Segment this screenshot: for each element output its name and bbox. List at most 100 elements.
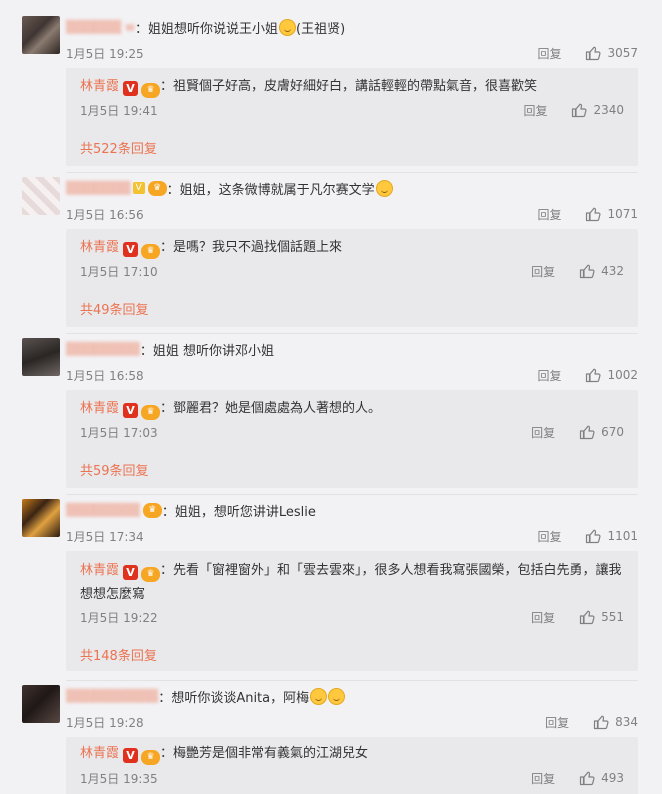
colon: ：	[160, 240, 174, 255]
thumbs-up-icon	[579, 425, 595, 440]
thumbs-up-icon	[579, 771, 595, 786]
comment-text: 姐姐 想听你讲邓小姐	[152, 343, 274, 359]
more-replies-link[interactable]: 共59条回复	[80, 460, 149, 479]
author-reply: 林青霞 V ♛ ：鄧麗君？她是個處處為人著想的人。 1月5日 17:03 回复 670…	[66, 390, 638, 488]
reply-button[interactable]: 回复	[531, 609, 555, 626]
grin-emoji-icon	[328, 687, 346, 705]
reply-author[interactable]: 林青霞	[80, 563, 119, 578]
divider	[66, 333, 638, 334]
comment-meta: 1月5日 19:28 回复 834	[66, 713, 638, 731]
user-name[interactable]: ▒▒▒▒▒▒ w	[66, 20, 135, 34]
colon: ：	[160, 746, 174, 761]
reply-button[interactable]: 回复	[523, 102, 547, 119]
comment-header: ▒▒▒▒▒▒▒▒ ♛ ： 姐姐，想听您讲讲Leslie	[66, 499, 316, 521]
like-count: 1071	[607, 207, 638, 221]
reply-author[interactable]: 林青霞	[80, 401, 119, 416]
comment-text: 姐姐想听你说说王小姐	[148, 21, 279, 37]
thumbs-up-icon	[572, 103, 587, 118]
user-name[interactable]: ▒▒▒▒▒▒▒▒	[66, 342, 140, 356]
reply-timestamp: 1月5日 17:10	[80, 264, 158, 279]
reply-text: 梅艷芳是個非常有義氣的江湖兒女	[173, 746, 369, 761]
like-button[interactable]: 1071	[585, 206, 638, 222]
laugh-emoji-icon	[375, 179, 393, 197]
avatar[interactable]	[22, 338, 60, 376]
reply-button[interactable]: 回复	[537, 528, 561, 545]
user-name[interactable]: ▒▒▒▒▒▒▒	[66, 181, 131, 195]
reply-button[interactable]: 回复	[537, 45, 561, 62]
verified-v-icon: V	[123, 565, 139, 580]
author-reply: 林青霞 V ♛ ：先看「窗裡窗外」和「雲去雲來」，很多人想看我寫張國榮，包括白先勇，讓…	[66, 551, 638, 671]
colon: ：	[135, 21, 149, 37]
reply-button[interactable]: 回复	[537, 367, 561, 384]
avatar[interactable]	[22, 499, 60, 537]
comment-header: ▒▒▒▒▒▒▒▒▒▒ ： 想听你谈谈Anita，阿梅	[66, 685, 346, 707]
colon: ：	[139, 343, 153, 359]
like-button[interactable]: 1002	[585, 367, 638, 383]
fan-badge-icon: ♛	[141, 567, 161, 582]
like-count: 551	[601, 610, 624, 624]
divider	[66, 172, 638, 173]
comment-feed: ▒▒▒▒▒▒ w ： 姐姐想听你说说王小姐 (王祖贤) 1月5日 19:25 回…	[0, 0, 662, 794]
verified-v-icon: V	[123, 81, 139, 96]
divider	[66, 680, 638, 681]
colon: ：	[160, 401, 174, 416]
reply-button[interactable]: 回复	[531, 263, 555, 280]
reply-button[interactable]: 回复	[531, 424, 555, 441]
like-button[interactable]: 432	[579, 263, 624, 279]
reply-text: 是嗎？我只不過找個話題上來	[173, 240, 343, 255]
like-button[interactable]: 670	[579, 424, 624, 440]
timestamp: 1月5日 16:56	[66, 207, 144, 222]
like-button[interactable]: 551	[579, 609, 624, 625]
reply-author[interactable]: 林青霞	[80, 746, 119, 761]
user-name[interactable]: ▒▒▒▒▒▒▒▒▒▒	[66, 689, 158, 703]
like-button[interactable]: 2340	[571, 102, 624, 118]
more-replies-link[interactable]: 共522条回复	[80, 138, 157, 157]
fan-badge-icon: ♛	[147, 180, 167, 196]
like-button[interactable]: 834	[593, 714, 638, 730]
divider	[66, 494, 638, 495]
like-button[interactable]: 493	[579, 770, 624, 786]
fan-badge-icon: ♛	[142, 502, 162, 518]
like-count: 834	[615, 715, 638, 729]
comment-text: 想听你谈谈Anita，阿梅	[171, 690, 310, 706]
colon: ：	[158, 690, 172, 706]
reply-author[interactable]: 林青霞	[80, 79, 119, 94]
comment-meta: 1月5日 19:25 回复 3057	[66, 44, 638, 62]
timestamp: 1月5日 16:58	[66, 368, 144, 383]
more-replies-link[interactable]: 共148条回复	[80, 645, 157, 664]
like-count: 1101	[607, 529, 638, 543]
author-reply: 林青霞 V ♛ ：梅艷芳是個非常有義氣的江湖兒女 1月5日 19:35 回复 493	[66, 737, 638, 794]
like-count: 3057	[607, 46, 638, 60]
avatar[interactable]	[22, 685, 60, 723]
colon: ：	[166, 182, 180, 198]
thumbs-up-icon	[579, 610, 595, 625]
reply-timestamp: 1月5日 19:41	[80, 103, 158, 118]
colon: ：	[161, 504, 175, 520]
comment-header: ▒▒▒▒▒▒ w ： 姐姐想听你说说王小姐 (王祖贤)	[66, 16, 345, 38]
like-button[interactable]: 1101	[585, 528, 638, 544]
comment-meta: 1月5日 16:58 回复 1002	[66, 366, 638, 384]
like-count: 432	[601, 264, 624, 278]
reply-button[interactable]: 回复	[531, 770, 555, 787]
reply-button[interactable]: 回复	[537, 206, 561, 223]
comment-meta: 1月5日 16:56 回复 1071	[66, 205, 638, 223]
like-button[interactable]: 3057	[585, 45, 638, 61]
comment-meta: 1月5日 17:34 回复 1101	[66, 527, 638, 545]
fan-badge-icon: ♛	[141, 83, 161, 98]
fan-badge-icon: ♛	[141, 405, 161, 420]
user-name[interactable]: ▒▒▒▒▒▒▒▒	[66, 503, 140, 517]
reply-text: 祖賢個子好高，皮膚好細好白，講話輕輕的帶點氣音，很喜歡笑	[173, 79, 538, 94]
reply-timestamp: 1月5日 19:35	[80, 771, 158, 786]
timestamp: 1月5日 19:25	[66, 46, 144, 61]
avatar[interactable]	[22, 177, 60, 215]
like-count: 670	[601, 425, 624, 439]
more-replies-link[interactable]: 共49条回复	[80, 299, 149, 318]
comment-text: 姐姐，这条微博就属于凡尔赛文学	[179, 182, 375, 198]
avatar[interactable]	[22, 16, 60, 54]
reply-button[interactable]: 回复	[545, 714, 569, 731]
smile-emoji-icon	[279, 18, 297, 36]
like-count: 2340	[593, 103, 624, 117]
reply-timestamp: 1月5日 17:03	[80, 425, 158, 440]
reply-author[interactable]: 林青霞	[80, 240, 119, 255]
like-count: 493	[601, 771, 624, 785]
